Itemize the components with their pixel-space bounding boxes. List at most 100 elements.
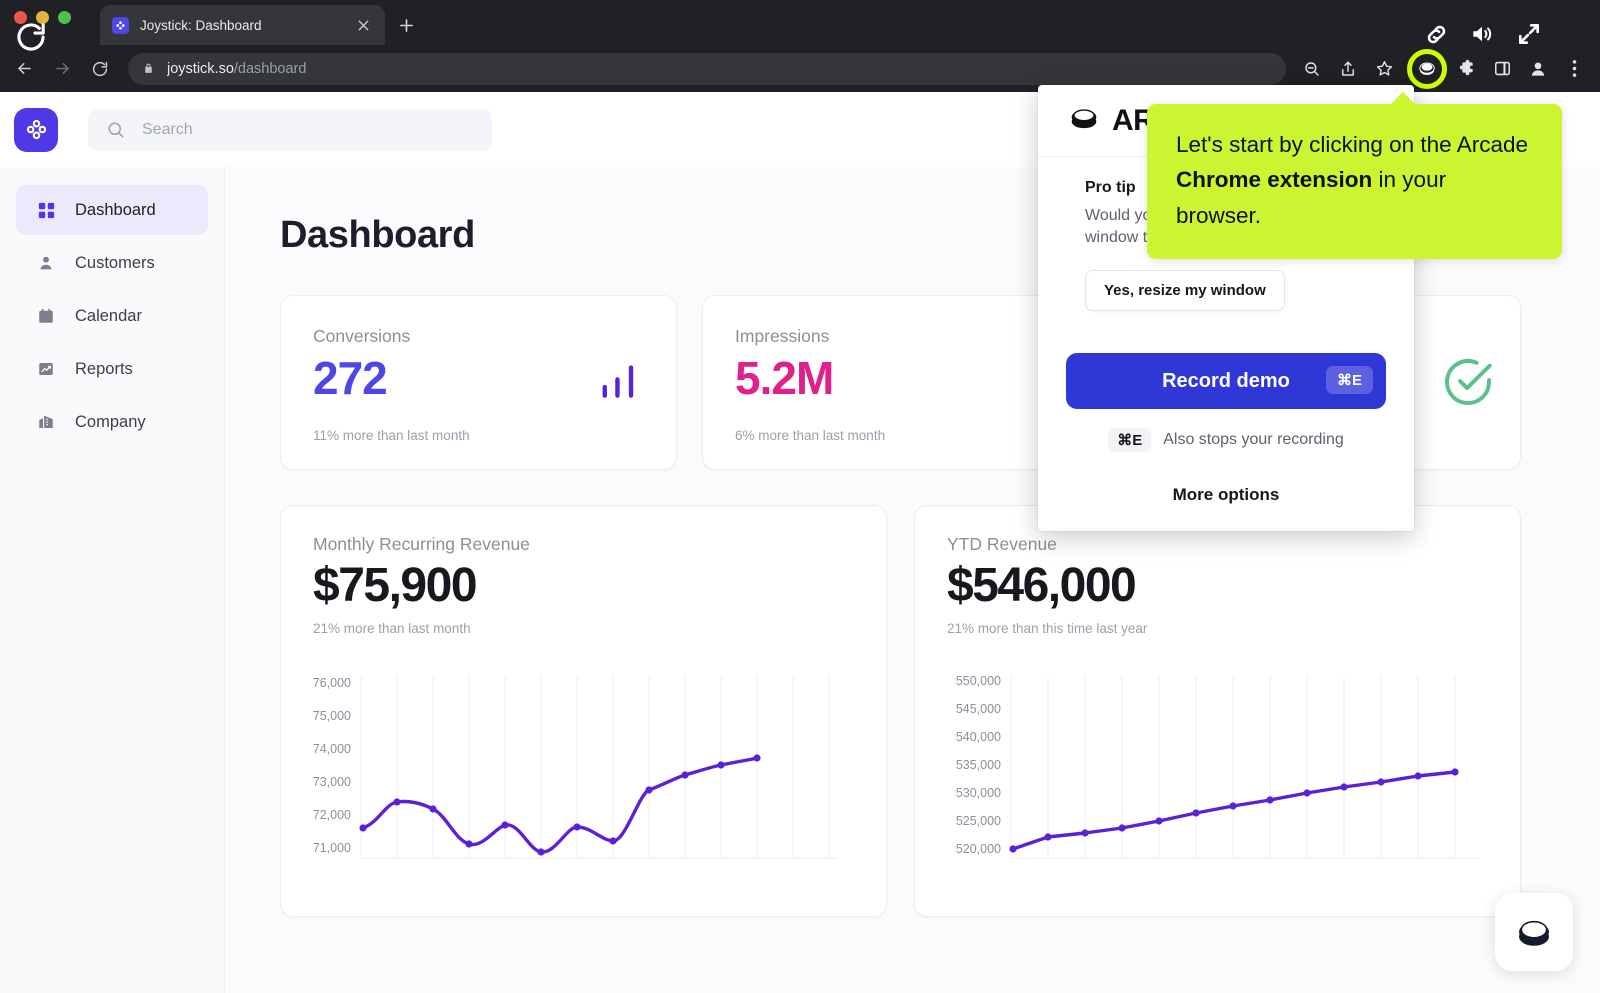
chart-gridlines [360, 676, 830, 858]
kpi-value: 5.2M [735, 352, 834, 404]
close-window-button[interactable] [14, 11, 27, 24]
chart-subtext: 21% more than this time last year [947, 621, 1148, 637]
sidebar-item-dashboard[interactable]: Dashboard [16, 185, 208, 235]
sidebar-item-label: Reports [75, 359, 133, 378]
sidebar-nav: Dashboard Customers Calendar Reports Com… [0, 167, 225, 993]
chart-card-ytd: YTD Revenue $546,000 21% more than this … [914, 505, 1521, 917]
arcade-badge-button[interactable] [1495, 893, 1573, 971]
lock-icon [142, 62, 155, 75]
url-domain: joystick.so [167, 60, 234, 77]
extensions-puzzle-icon[interactable] [1450, 53, 1482, 85]
tab-strip: Joystick: Dashboard [0, 0, 1600, 45]
maximize-window-button[interactable] [58, 11, 71, 24]
bar-chart-icon [598, 360, 642, 409]
resize-window-button[interactable]: Yes, resize my window [1085, 270, 1285, 312]
arcade-extension-icon[interactable] [1407, 48, 1447, 89]
y-tick-label: 540,000 [956, 730, 1001, 744]
back-arrow-icon[interactable] [8, 53, 40, 85]
bookmark-star-icon[interactable] [1368, 53, 1400, 85]
close-icon[interactable] [353, 15, 373, 35]
mrr-line-chart: 76,000 75,000 74,000 73,000 72,000 71,00… [313, 676, 837, 859]
chart-card-mrr: Monthly Recurring Revenue $75,900 21% mo… [280, 505, 887, 917]
extension-highlight-ring [1407, 48, 1447, 89]
sidebar-item-label: Customers [75, 253, 155, 272]
search-icon [106, 120, 126, 140]
callout-tail [1390, 92, 1416, 105]
y-tick-label: 525,000 [956, 814, 1001, 828]
y-tick-label: 550,000 [956, 674, 1001, 688]
y-tick-label: 530,000 [956, 786, 1001, 800]
chart-trend-icon [36, 359, 56, 379]
sidebar-item-customers[interactable]: Customers [16, 238, 208, 288]
recording-hint: ⌘E Also stops your recording [1038, 428, 1414, 452]
forward-arrow-icon[interactable] [46, 53, 78, 85]
y-tick-label: 535,000 [956, 758, 1001, 772]
check-circle-icon [1440, 354, 1496, 415]
callout-text-part1: Let's start by clicking on the Arcade [1176, 132, 1528, 157]
window-traffic-lights [14, 11, 71, 24]
side-panel-icon[interactable] [1486, 53, 1518, 85]
chart-title: YTD Revenue [947, 534, 1057, 554]
share-icon[interactable] [1332, 53, 1364, 85]
chart-subtext: 21% more than last month [313, 621, 471, 637]
kpi-subtext: 6% more than last month [735, 428, 886, 443]
search-input[interactable] [142, 120, 474, 139]
profile-avatar-icon[interactable] [1522, 53, 1554, 85]
record-demo-button[interactable]: Record demo ⌘E [1066, 353, 1386, 409]
hint-text: Also stops your recording [1163, 431, 1344, 448]
y-tick-label: 76,000 [313, 676, 351, 690]
person-icon [36, 253, 56, 273]
expand-icon[interactable] [1515, 20, 1543, 48]
y-tick-label: 72,000 [313, 808, 351, 822]
record-shortcut-kbd: ⌘E [1325, 366, 1373, 394]
zoom-out-icon[interactable] [1296, 53, 1328, 85]
building-icon [36, 412, 56, 432]
reload-icon[interactable] [84, 53, 116, 85]
record-demo-label: Record demo [1162, 369, 1290, 392]
callout-text: Let's start by clicking on the Arcade Ch… [1176, 127, 1533, 233]
chart-card-row: Monthly Recurring Revenue $75,900 21% mo… [280, 505, 1600, 917]
y-tick-label: 75,000 [313, 709, 351, 723]
sidebar-item-label: Company [75, 412, 146, 431]
three-dot-menu-icon[interactable] [1558, 53, 1590, 85]
chart-title: Monthly Recurring Revenue [313, 534, 530, 554]
address-bar[interactable]: joystick.so/dashboard [128, 52, 1286, 85]
kpi-label: Conversions [313, 326, 411, 346]
y-tick-label: 73,000 [313, 775, 351, 789]
tab-title: Joystick: Dashboard [140, 17, 262, 33]
sidebar-item-label: Dashboard [75, 200, 156, 219]
browser-window: Joystick: Dashboard joystick.so/dashboar… [0, 0, 1600, 993]
minimize-window-button[interactable] [36, 11, 49, 24]
speaker-icon[interactable] [1468, 20, 1496, 48]
onboarding-callout: Let's start by clicking on the Arcade Ch… [1147, 92, 1562, 259]
browser-tab[interactable]: Joystick: Dashboard [100, 5, 385, 45]
callout-text-bold: Chrome extension [1176, 167, 1373, 193]
search-bar[interactable] [88, 108, 492, 151]
joystick-favicon [112, 16, 129, 34]
joystick-logo[interactable] [14, 107, 58, 152]
sidebar-item-calendar[interactable]: Calendar [16, 291, 208, 341]
y-tick-label: 71,000 [313, 841, 351, 855]
grid-icon [36, 200, 56, 220]
calendar-icon [36, 306, 56, 326]
plus-icon[interactable] [393, 12, 420, 39]
chart-headline-value: $75,900 [313, 559, 478, 612]
sidebar-item-company[interactable]: Company [16, 397, 208, 447]
more-options-button[interactable]: More options [1038, 485, 1414, 505]
chart-headline-value: $546,000 [947, 559, 1137, 612]
link-icon[interactable] [1422, 20, 1450, 48]
kpi-label: Impressions [735, 326, 830, 346]
kpi-card-conversions: Conversions 272 11% more than last month [280, 295, 677, 470]
url-path: /dashboard [233, 60, 307, 77]
y-tick-label: 520,000 [956, 842, 1001, 856]
sidebar-item-reports[interactable]: Reports [16, 344, 208, 394]
ytd-line-chart: 550,000 545,000 540,000 535,000 530,000 … [956, 674, 1479, 859]
kpi-subtext: 11% more than last month [313, 428, 470, 443]
sidebar-item-label: Calendar [75, 306, 142, 325]
url-text: joystick.so/dashboard [167, 61, 306, 77]
y-tick-label: 74,000 [313, 742, 351, 756]
chart-gridlines [1010, 676, 1456, 858]
mrr-series-line [361, 756, 759, 854]
kpi-value: 272 [313, 352, 388, 404]
y-tick-label: 545,000 [956, 702, 1001, 716]
